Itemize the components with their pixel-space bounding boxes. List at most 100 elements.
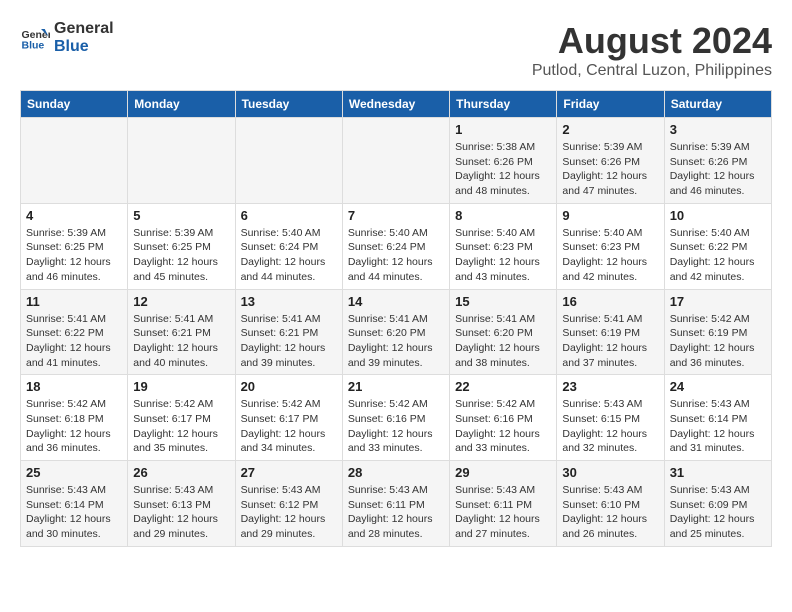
day-info: Sunrise: 5:42 AM Sunset: 6:17 PM Dayligh… [133,397,229,456]
calendar-cell: 27 Sunrise: 5:43 AM Sunset: 6:12 PM Dayli… [235,461,342,547]
day-info: Sunrise: 5:38 AM Sunset: 6:26 PM Dayligh… [455,140,551,199]
calendar-cell: 17 Sunrise: 5:42 AM Sunset: 6:19 PM Dayli… [664,289,771,375]
day-number: 10 [670,208,766,223]
day-number: 15 [455,294,551,309]
day-info: Sunrise: 5:41 AM Sunset: 6:21 PM Dayligh… [133,312,229,371]
day-info: Sunrise: 5:40 AM Sunset: 6:24 PM Dayligh… [241,226,337,285]
day-info: Sunrise: 5:40 AM Sunset: 6:23 PM Dayligh… [562,226,658,285]
calendar-cell: 2 Sunrise: 5:39 AM Sunset: 6:26 PM Daylig… [557,118,664,204]
calendar-cell: 6 Sunrise: 5:40 AM Sunset: 6:24 PM Daylig… [235,203,342,289]
day-number: 2 [562,122,658,137]
day-number: 20 [241,379,337,394]
day-number: 3 [670,122,766,137]
day-number: 17 [670,294,766,309]
calendar-cell: 10 Sunrise: 5:40 AM Sunset: 6:22 PM Dayli… [664,203,771,289]
day-info: Sunrise: 5:39 AM Sunset: 6:25 PM Dayligh… [133,226,229,285]
calendar-cell [342,118,449,204]
day-number: 19 [133,379,229,394]
day-info: Sunrise: 5:43 AM Sunset: 6:14 PM Dayligh… [670,397,766,456]
day-info: Sunrise: 5:43 AM Sunset: 6:14 PM Dayligh… [26,483,122,542]
day-number: 22 [455,379,551,394]
calendar-cell: 23Sunrise: 5:43 AM Sunset: 6:15 PM Dayli… [557,375,664,461]
day-number: 26 [133,465,229,480]
week-row-5: 25 Sunrise: 5:43 AM Sunset: 6:14 PM Dayli… [21,461,772,547]
day-info: Sunrise: 5:39 AM Sunset: 6:25 PM Dayligh… [26,226,122,285]
calendar-cell [21,118,128,204]
day-info: Sunrise: 5:42 AM Sunset: 6:18 PM Dayligh… [26,397,122,456]
column-header-tuesday: Tuesday [235,91,342,118]
day-number: 5 [133,208,229,223]
day-info: Sunrise: 5:42 AM Sunset: 6:17 PM Dayligh… [241,397,337,456]
logo: General Blue General Blue [20,20,114,56]
day-number: 21 [348,379,444,394]
calendar-cell: 31Sunrise: 5:43 AM Sunset: 6:09 PM Dayli… [664,461,771,547]
day-number: 28 [348,465,444,480]
week-row-3: 11Sunrise: 5:41 AM Sunset: 6:22 PM Dayli… [21,289,772,375]
calendar-cell: 22 Sunrise: 5:42 AM Sunset: 6:16 PM Dayli… [450,375,557,461]
day-number: 24 [670,379,766,394]
week-row-2: 4 Sunrise: 5:39 AM Sunset: 6:25 PM Daylig… [21,203,772,289]
day-number: 25 [26,465,122,480]
calendar-cell: 8 Sunrise: 5:40 AM Sunset: 6:23 PM Daylig… [450,203,557,289]
logo-icon: General Blue [20,23,50,53]
day-info: Sunrise: 5:41 AM Sunset: 6:20 PM Dayligh… [348,312,444,371]
calendar-cell: 28 Sunrise: 5:43 AM Sunset: 6:11 PM Dayli… [342,461,449,547]
header-row: SundayMondayTuesdayWednesdayThursdayFrid… [21,91,772,118]
day-number: 13 [241,294,337,309]
day-number: 18 [26,379,122,394]
title-area: August 2024 Putlod, Central Luzon, Phili… [532,20,772,80]
day-number: 30 [562,465,658,480]
day-info: Sunrise: 5:42 AM Sunset: 6:16 PM Dayligh… [455,397,551,456]
column-header-friday: Friday [557,91,664,118]
calendar-cell: 1 Sunrise: 5:38 AM Sunset: 6:26 PM Daylig… [450,118,557,204]
day-number: 8 [455,208,551,223]
calendar-cell: 15Sunrise: 5:41 AM Sunset: 6:20 PM Dayli… [450,289,557,375]
day-info: Sunrise: 5:42 AM Sunset: 6:19 PM Dayligh… [670,312,766,371]
day-number: 4 [26,208,122,223]
day-info: Sunrise: 5:43 AM Sunset: 6:10 PM Dayligh… [562,483,658,542]
column-header-saturday: Saturday [664,91,771,118]
week-row-4: 18 Sunrise: 5:42 AM Sunset: 6:18 PM Dayli… [21,375,772,461]
calendar-cell: 3Sunrise: 5:39 AM Sunset: 6:26 PM Daylig… [664,118,771,204]
calendar-cell: 11Sunrise: 5:41 AM Sunset: 6:22 PM Dayli… [21,289,128,375]
day-info: Sunrise: 5:42 AM Sunset: 6:16 PM Dayligh… [348,397,444,456]
logo-line2: Blue [54,38,114,56]
calendar-cell: 25 Sunrise: 5:43 AM Sunset: 6:14 PM Dayli… [21,461,128,547]
calendar-cell: 7Sunrise: 5:40 AM Sunset: 6:24 PM Daylig… [342,203,449,289]
calendar-cell: 16Sunrise: 5:41 AM Sunset: 6:19 PM Dayli… [557,289,664,375]
day-number: 9 [562,208,658,223]
column-header-wednesday: Wednesday [342,91,449,118]
day-number: 11 [26,294,122,309]
main-title: August 2024 [532,20,772,62]
day-info: Sunrise: 5:40 AM Sunset: 6:23 PM Dayligh… [455,226,551,285]
subtitle: Putlod, Central Luzon, Philippines [532,62,772,80]
calendar-cell: 26 Sunrise: 5:43 AM Sunset: 6:13 PM Dayli… [128,461,235,547]
page-header: General Blue General Blue August 2024 Pu… [20,20,772,80]
calendar-cell: 5 Sunrise: 5:39 AM Sunset: 6:25 PM Daylig… [128,203,235,289]
calendar-cell: 18 Sunrise: 5:42 AM Sunset: 6:18 PM Dayli… [21,375,128,461]
calendar-cell: 20 Sunrise: 5:42 AM Sunset: 6:17 PM Dayli… [235,375,342,461]
day-number: 27 [241,465,337,480]
day-info: Sunrise: 5:43 AM Sunset: 6:13 PM Dayligh… [133,483,229,542]
calendar-cell [128,118,235,204]
day-info: Sunrise: 5:43 AM Sunset: 6:09 PM Dayligh… [670,483,766,542]
day-info: Sunrise: 5:39 AM Sunset: 6:26 PM Dayligh… [562,140,658,199]
calendar-cell: 29Sunrise: 5:43 AM Sunset: 6:11 PM Dayli… [450,461,557,547]
day-info: Sunrise: 5:41 AM Sunset: 6:21 PM Dayligh… [241,312,337,371]
day-info: Sunrise: 5:40 AM Sunset: 6:22 PM Dayligh… [670,226,766,285]
day-number: 14 [348,294,444,309]
day-info: Sunrise: 5:41 AM Sunset: 6:19 PM Dayligh… [562,312,658,371]
day-number: 23 [562,379,658,394]
day-info: Sunrise: 5:43 AM Sunset: 6:11 PM Dayligh… [455,483,551,542]
calendar-cell: 13 Sunrise: 5:41 AM Sunset: 6:21 PM Dayli… [235,289,342,375]
day-info: Sunrise: 5:43 AM Sunset: 6:12 PM Dayligh… [241,483,337,542]
day-number: 6 [241,208,337,223]
day-number: 1 [455,122,551,137]
calendar-cell: 14 Sunrise: 5:41 AM Sunset: 6:20 PM Dayli… [342,289,449,375]
column-header-thursday: Thursday [450,91,557,118]
calendar-cell: 21 Sunrise: 5:42 AM Sunset: 6:16 PM Dayli… [342,375,449,461]
calendar-cell: 19 Sunrise: 5:42 AM Sunset: 6:17 PM Dayli… [128,375,235,461]
day-info: Sunrise: 5:43 AM Sunset: 6:11 PM Dayligh… [348,483,444,542]
day-number: 7 [348,208,444,223]
calendar-cell: 30 Sunrise: 5:43 AM Sunset: 6:10 PM Dayli… [557,461,664,547]
